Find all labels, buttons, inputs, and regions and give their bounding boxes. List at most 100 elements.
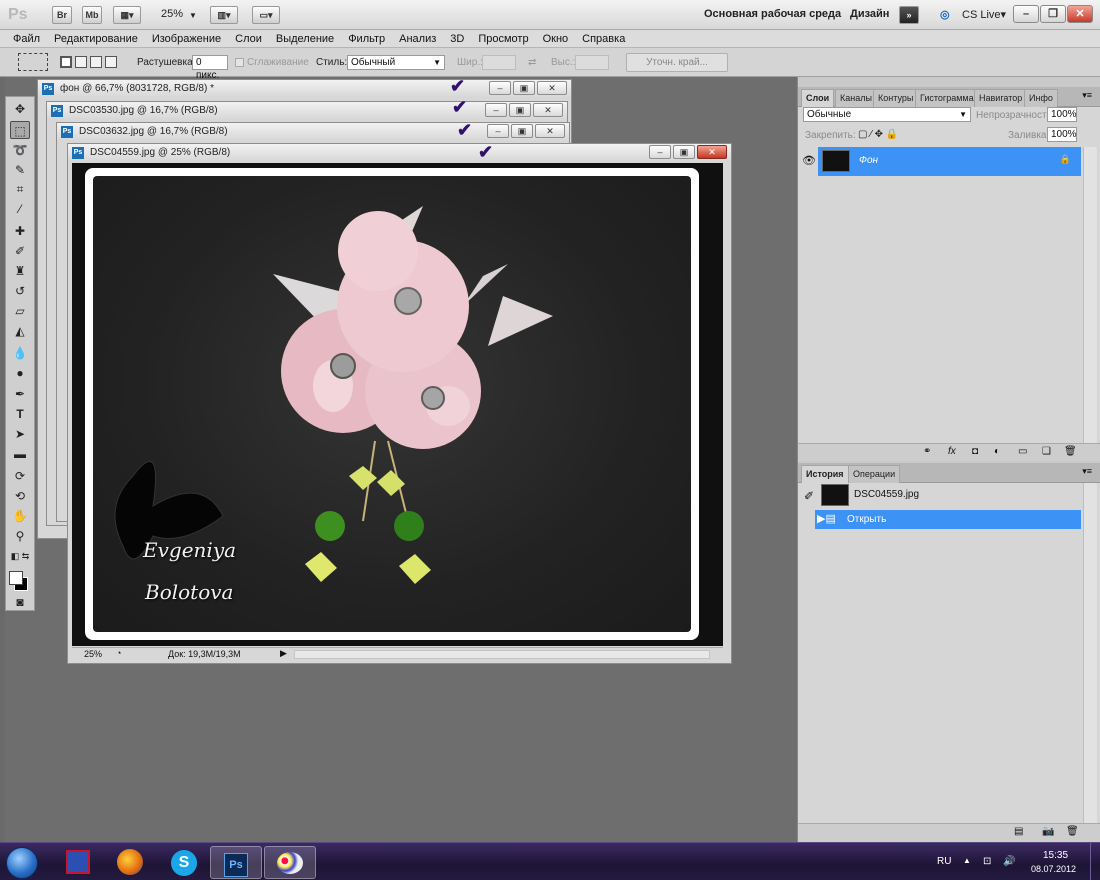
clone-stamp-icon[interactable]: ♜ <box>10 262 30 280</box>
blend-mode-select[interactable]: Обычные ▼ <box>803 107 971 122</box>
tab-paths[interactable]: Контуры <box>873 89 919 107</box>
swap-icon[interactable]: ⇄ <box>528 57 536 68</box>
doc-maximize-button[interactable]: ▣ <box>511 124 533 138</box>
default-colors-icon[interactable]: ◧ ⇆ <box>10 547 30 565</box>
document-titlebar[interactable]: Ps DSC03530.jpg @ 16,7% (RGB/8) – ▣ ✕ <box>47 102 567 120</box>
group-icon[interactable]: ▭ <box>1018 446 1027 457</box>
height-input[interactable] <box>575 55 609 70</box>
menu-view[interactable]: Просмотр <box>471 30 535 48</box>
rectangle-shape-icon[interactable]: ▬ <box>10 445 30 463</box>
doc-close-button[interactable]: ✕ <box>697 145 727 159</box>
workspace-essentials[interactable]: Основная рабочая среда <box>704 8 841 20</box>
quick-mask-icon[interactable]: ◙ <box>10 593 30 611</box>
menu-analysis[interactable]: Анализ <box>392 30 443 48</box>
path-selection-icon[interactable]: ➤ <box>10 425 30 443</box>
foreground-color-swatch[interactable] <box>9 571 23 585</box>
snapshot-camera-icon[interactable]: 📷 <box>1042 826 1054 837</box>
new-layer-icon[interactable]: ❏ <box>1042 446 1051 457</box>
quick-selection-icon[interactable]: ✎ <box>10 161 30 179</box>
adjustment-layer-icon[interactable]: ◐ <box>994 446 1000 457</box>
spot-healing-icon[interactable]: ✚ <box>10 222 30 240</box>
3d-rotate-icon[interactable]: ⟳ <box>10 467 30 485</box>
type-icon[interactable]: T <box>10 405 30 423</box>
trash-icon[interactable]: 🗑 <box>1066 826 1079 837</box>
bridge-button[interactable]: Br <box>52 6 72 24</box>
history-step-row[interactable]: ▶▤ Открыть <box>801 510 1081 529</box>
cs-live-button[interactable]: CS Live▾ <box>962 8 1006 21</box>
zoom-level[interactable]: 25% <box>161 8 183 20</box>
document-size[interactable]: Док: 19,3M/19,3M <box>168 649 241 659</box>
doc-close-button[interactable]: ✕ <box>535 124 565 138</box>
screen-mode-button[interactable]: ▭▾ <box>252 6 280 24</box>
eye-icon[interactable]: 👁 <box>800 147 818 176</box>
menu-window[interactable]: Окно <box>536 30 576 48</box>
doc-minimize-button[interactable]: – <box>487 124 509 138</box>
doc-minimize-button[interactable]: – <box>649 145 671 159</box>
link-layers-icon[interactable]: ⚭ <box>923 446 931 457</box>
more-workspaces-button[interactable]: » <box>899 6 919 24</box>
blur-icon[interactable]: 💧 <box>10 344 30 362</box>
width-input[interactable] <box>482 55 516 70</box>
close-button[interactable]: ✕ <box>1067 5 1093 23</box>
tab-actions[interactable]: Операции <box>848 465 901 483</box>
menu-image[interactable]: Изображение <box>145 30 228 48</box>
tab-layers[interactable]: Слои <box>801 89 835 107</box>
menu-3d[interactable]: 3D <box>443 30 471 48</box>
chevron-down-icon[interactable]: ▼ <box>189 11 197 20</box>
eyedropper-icon[interactable]: ⁄ <box>10 200 30 218</box>
paint-bucket-icon[interactable]: ◭ <box>10 322 30 340</box>
panel-menu-icon[interactable]: ▾≡ <box>1082 90 1092 101</box>
history-brush-icon[interactable]: ↺ <box>10 282 30 300</box>
tab-history[interactable]: История <box>801 465 849 483</box>
menu-select[interactable]: Выделение <box>269 30 341 48</box>
eraser-icon[interactable]: ▱ <box>10 302 30 320</box>
skype-icon[interactable]: S <box>158 846 210 879</box>
doc-close-button[interactable]: ✕ <box>533 103 563 117</box>
fill-input[interactable]: 100% <box>1047 127 1077 142</box>
crop-icon[interactable]: ⌗ <box>10 180 30 198</box>
snapshot-name[interactable]: DSC04559.jpg <box>854 489 919 500</box>
tab-info[interactable]: Инфо <box>1024 89 1058 107</box>
panel-menu-icon[interactable]: ▾≡ <box>1082 466 1092 477</box>
arrange-documents-button[interactable]: ▥▾ <box>210 6 238 24</box>
horizontal-scrollbar[interactable] <box>294 650 710 659</box>
new-document-from-state-icon[interactable]: ▤ <box>1014 826 1023 837</box>
tray-expand-icon[interactable]: ▲ <box>963 856 971 865</box>
pen-icon[interactable]: ✒ <box>10 385 30 403</box>
show-desktop-button[interactable] <box>1090 843 1100 880</box>
floppy-app-icon[interactable] <box>52 846 104 879</box>
zoom-icon[interactable]: ⚲ <box>10 527 30 545</box>
clock-date[interactable]: 08.07.2012 <box>1031 864 1076 874</box>
doc-maximize-button[interactable]: ▣ <box>509 103 531 117</box>
intersect-selection-icon[interactable] <box>105 56 117 68</box>
document-titlebar[interactable]: Ps DSC04559.jpg @ 25% (RGB/8) – ▣ ✕ <box>68 144 731 162</box>
fx-icon[interactable]: fx <box>948 446 956 457</box>
subtract-selection-icon[interactable] <box>90 56 102 68</box>
history-checkbox[interactable] <box>801 510 815 529</box>
menu-edit[interactable]: Редактирование <box>47 30 145 48</box>
hand-icon[interactable]: ✋ <box>10 507 30 525</box>
doc-minimize-button[interactable]: – <box>489 81 511 95</box>
antialias-checkbox[interactable] <box>235 58 244 67</box>
history-scrollbar[interactable] <box>1083 483 1097 823</box>
layers-scrollbar[interactable] <box>1083 147 1097 452</box>
doc-minimize-button[interactable]: – <box>485 103 507 117</box>
language-indicator[interactable]: RU <box>937 856 951 867</box>
add-to-selection-icon[interactable] <box>75 56 87 68</box>
volume-icon[interactable]: 🔊 <box>1003 856 1015 867</box>
layer-row[interactable]: 👁 Фон 🔒 <box>800 147 1081 176</box>
layer-mask-icon[interactable]: ◘ <box>972 446 978 457</box>
view-extras-button[interactable]: ▦▾ <box>113 6 141 24</box>
doc-maximize-button[interactable]: ▣ <box>513 81 535 95</box>
new-selection-icon[interactable] <box>60 56 72 68</box>
tab-histogram[interactable]: Гистограмма <box>915 89 979 107</box>
firefox-icon[interactable] <box>104 846 156 879</box>
menu-filter[interactable]: Фильтр <box>341 30 392 48</box>
opacity-input[interactable]: 100% <box>1047 107 1077 122</box>
menu-help[interactable]: Справка <box>575 30 632 48</box>
menu-file[interactable]: Файл <box>6 30 47 48</box>
start-button[interactable] <box>6 847 38 879</box>
menu-layer[interactable]: Слои <box>228 30 269 48</box>
clock-time[interactable]: 15:35 <box>1043 850 1068 861</box>
style-select[interactable]: Обычный ▼ <box>347 55 445 70</box>
